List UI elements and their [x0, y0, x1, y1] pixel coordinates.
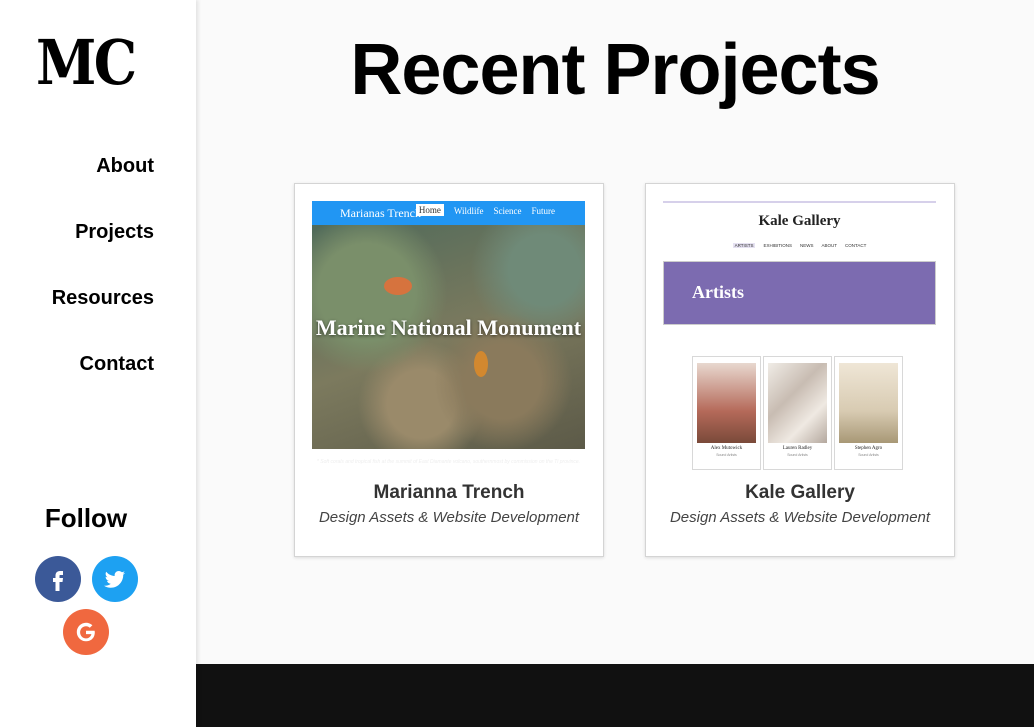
fish-shape	[384, 277, 412, 295]
thumb-brand: Kale Gallery	[758, 213, 841, 229]
artwork-image	[697, 363, 756, 443]
project-thumbnail[interactable]: Kale Gallery ARTISTS EXHIBITIONS NEWS AB…	[663, 201, 936, 473]
thumb-nav-item: Home	[415, 204, 444, 216]
google-glyph	[76, 622, 95, 642]
card-subtitle: Design Assets & Website Development	[669, 509, 931, 526]
thumb-nav-item: Wildlife	[453, 206, 484, 216]
card-subtitle: Design Assets & Website Development	[318, 509, 580, 526]
footer	[196, 664, 1034, 727]
sidebar: MC About Projects Resources Contact Foll…	[0, 0, 196, 727]
thumb-banner-title: Artists	[692, 282, 744, 302]
project-card-kale-gallery[interactable]: Kale Gallery ARTISTS EXHIBITIONS NEWS AB…	[645, 183, 955, 557]
artist-card: Alex Mutowick Sound Artists	[692, 356, 761, 470]
twitter-glyph	[104, 570, 126, 588]
nav-resources[interactable]: Resources	[52, 280, 154, 346]
thumb-nav-item: ARTISTS	[732, 243, 756, 248]
thumb-nav-item: ABOUT	[821, 243, 838, 248]
artwork-image	[768, 363, 827, 443]
nav-contact[interactable]: Contact	[52, 346, 154, 412]
thumb-navbar: Marianas Trench Home Wildlife Science Fu…	[312, 201, 585, 225]
thumb-banner: Artists	[663, 261, 936, 325]
thumb-nav-item: EXHIBITIONS	[763, 243, 792, 248]
nav-about[interactable]: About	[52, 148, 154, 214]
thumb-top-border	[663, 201, 936, 203]
thumb-nav-item: Science	[493, 206, 522, 216]
artist-card: Stephen Agro Sound Artists	[834, 356, 903, 470]
thumb-nav-item: CONTACT	[845, 243, 867, 248]
nav-projects[interactable]: Projects	[52, 214, 154, 280]
thumb-nav-item: Future	[531, 206, 556, 216]
site-logo[interactable]: MC	[36, 28, 137, 98]
artist-name: Alex Mutowick	[710, 446, 743, 451]
artist-name: Stephen Agro	[854, 446, 883, 451]
google-icon[interactable]	[63, 609, 109, 655]
fish-shape	[474, 351, 488, 377]
card-title[interactable]: Marianna Trench	[295, 482, 603, 504]
thumb-nav-item: NEWS	[800, 243, 814, 248]
artist-name: Lauren Radley	[782, 446, 813, 451]
main-nav: About Projects Resources Contact	[52, 148, 154, 412]
artist-meta: Sound Artists	[858, 453, 879, 457]
thumb-brand: Marianas Trench	[340, 206, 421, 220]
card-title[interactable]: Kale Gallery	[646, 482, 954, 504]
twitter-icon[interactable]	[92, 556, 138, 602]
artist-meta: Sound Artists	[716, 453, 737, 457]
facebook-icon[interactable]	[35, 556, 81, 602]
project-card-marianna-trench[interactable]: Marianas Trench Home Wildlife Science Fu…	[294, 183, 604, 557]
page-title: Recent Projects	[350, 30, 880, 110]
thumb-caption: * Soft corals and tropical fish at the s…	[316, 459, 581, 465]
artist-meta: Sound Artists	[787, 453, 808, 457]
thumb-headline: Marine National Monument	[315, 315, 582, 340]
project-thumbnail[interactable]: Marianas Trench Home Wildlife Science Fu…	[312, 201, 585, 473]
artwork-image	[839, 363, 898, 443]
coral-reef-image: Marine National Monument * Soft corals a…	[312, 225, 585, 465]
facebook-glyph	[53, 571, 63, 591]
thumb-nav: Home Wildlife Science Future	[415, 204, 556, 216]
follow-heading: Follow	[44, 503, 128, 533]
thumb-nav: ARTISTS EXHIBITIONS NEWS ABOUT CONTACT	[663, 243, 936, 248]
artist-card: Lauren Radley Sound Artists	[763, 356, 832, 470]
